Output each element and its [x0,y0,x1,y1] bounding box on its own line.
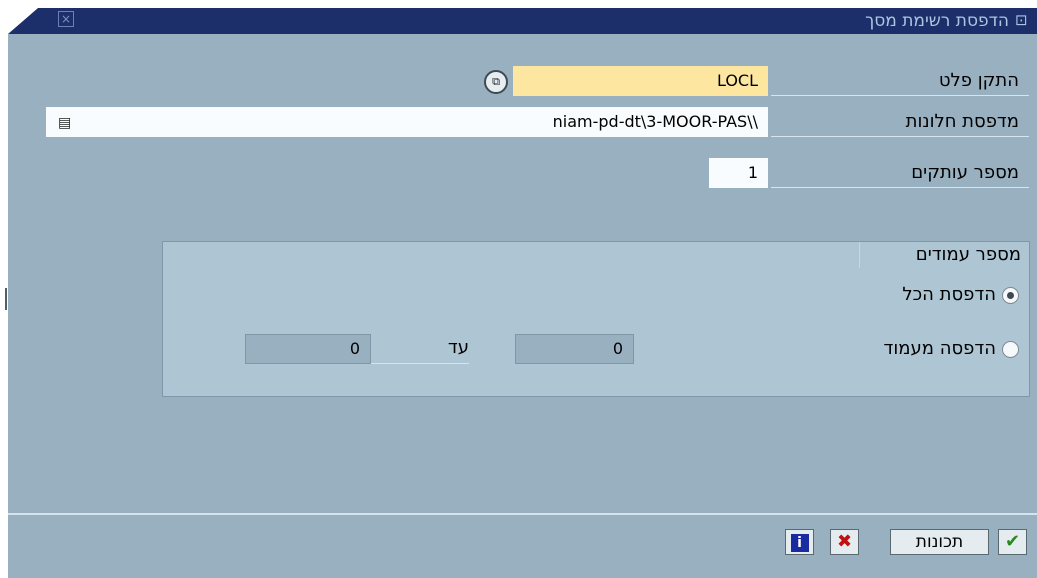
close-box-icon[interactable]: × [58,11,74,27]
copies-input[interactable]: 1 [709,158,768,188]
possible-entries-button[interactable]: ⧉ [484,70,508,94]
print-from-option[interactable]: הדפסה מעמוד [884,336,1019,362]
to-page-input[interactable]: 0 [245,334,371,364]
window-title: הדפסת רשימת מסך [865,11,1009,31]
windows-printer-label: מדפסת חלונות [771,107,1029,137]
continue-button[interactable]: ✔ [998,529,1027,555]
windows-printer-value: \\SAP-ROOM-3\td-dp-main [552,112,758,131]
print-all-option[interactable]: הדפסת הכל [902,282,1019,308]
page-range-group: מספר עמודים הדפסת הכל הדפסה מעמוד 0 עד 0 [162,241,1030,397]
clipboard-icon[interactable]: ▤ [58,114,72,132]
to-label: עד [371,334,469,364]
info-button[interactable]: i [785,529,814,555]
properties-button[interactable]: תכונות [890,529,989,555]
title-bar-corner [8,8,38,34]
output-device-input[interactable]: LOCL [513,66,768,96]
page-range-title: מספר עמודים [859,242,1029,268]
print-from-label: הדפסה מעמוד [883,338,996,359]
print-all-radio[interactable] [1002,286,1019,304]
print-from-radio[interactable] [1002,340,1019,358]
window-app-icon: ⊡ [1015,11,1028,29]
print-all-label: הדפסת הכל [902,284,996,305]
toolbar-separator [8,513,1037,515]
copies-label: מספר עותקים [771,158,1029,188]
from-page-input[interactable]: 0 [515,334,634,364]
title-bar: × הדפסת רשימת מסך ⊡ [8,8,1037,34]
windows-printer-input[interactable]: \\SAP-ROOM-3\td-dp-main [46,107,768,137]
output-device-label: התקן פלט [771,66,1029,96]
info-icon: i [790,534,809,552]
checkmark-icon: ✔ [1004,531,1021,552]
edge-marker [5,288,7,310]
cancel-button[interactable]: ✖ [830,529,859,555]
left-edge [0,8,8,578]
print-dialog: × הדפסת רשימת מסך ⊡ התקן פלט LOCL ⧉ מדפס… [8,8,1037,578]
cancel-x-icon: ✖ [836,531,853,552]
